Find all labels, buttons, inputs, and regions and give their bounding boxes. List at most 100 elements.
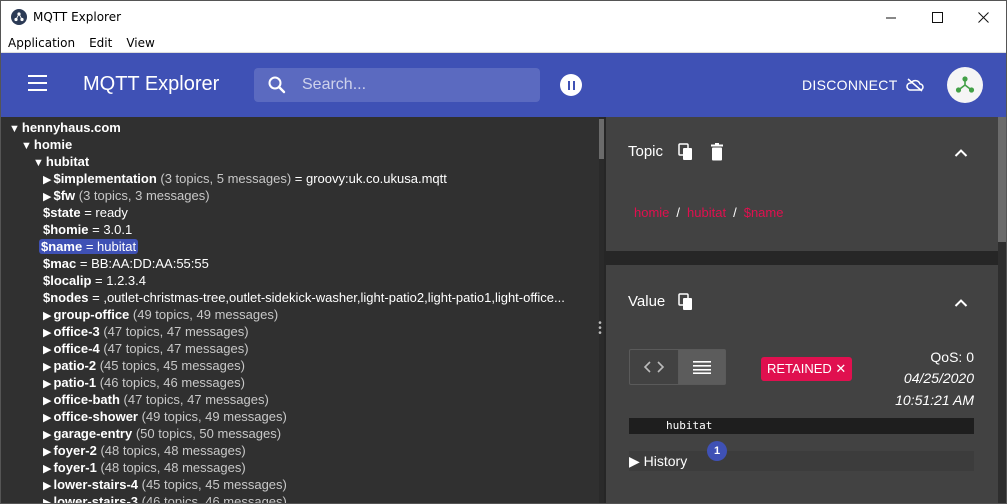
- collapsed-arrow-icon[interactable]: ▶: [43, 174, 51, 186]
- pane-splitter-handle[interactable]: • • •: [597, 319, 603, 339]
- tree-node[interactable]: $nodes = ,outlet-christmas-tree,outlet-s…: [43, 289, 565, 306]
- details-scrollbar[interactable]: [998, 117, 1006, 503]
- minimize-button[interactable]: [868, 1, 914, 33]
- tree-node[interactable]: ▶ $fw (3 topics, 3 messages): [43, 187, 210, 204]
- tree-node-name: homie: [33, 137, 73, 152]
- collapse-topic-chevron-icon[interactable]: [954, 148, 968, 158]
- menu-icon[interactable]: [28, 75, 48, 93]
- topic-tree[interactable]: ▼ hennyhaus.com ▼ homie ▼ hubitat ▶ $implementa…: [1, 117, 599, 503]
- expanded-arrow-icon[interactable]: ▼: [9, 123, 20, 135]
- tree-node[interactable]: ▶ garage-entry (50 topics, 50 messages): [43, 425, 281, 442]
- disconnect-button[interactable]: DISCONNECT: [802, 77, 924, 93]
- cloud-off-icon: [905, 78, 924, 92]
- tree-node[interactable]: $state = ready: [43, 204, 128, 221]
- collapsed-arrow-icon[interactable]: ▶: [43, 327, 51, 339]
- breadcrumb-homie[interactable]: homie: [634, 205, 669, 220]
- tree-node[interactable]: ▶ lower-stairs-3 (46 topics, 46 messages): [43, 493, 287, 503]
- tree-node[interactable]: ▼ hennyhaus.com: [9, 119, 121, 136]
- collapsed-arrow-icon[interactable]: ▶: [43, 361, 51, 373]
- raw-view-button[interactable]: [677, 350, 725, 384]
- expanded-arrow-icon[interactable]: ▼: [21, 140, 32, 152]
- tree-node-name: garage-entry: [53, 426, 133, 441]
- menu-edit[interactable]: Edit: [82, 36, 119, 50]
- tree-node-name: office-bath: [53, 392, 120, 407]
- menu-view[interactable]: View: [119, 36, 161, 50]
- tree-node-stats: (47 topics, 47 messages): [99, 341, 249, 356]
- tree-node-stats: (49 topics, 49 messages): [129, 307, 279, 322]
- qos-label: QoS: 0: [930, 349, 974, 365]
- search-input[interactable]: [302, 76, 532, 94]
- tree-node[interactable]: ▶ patio-2 (45 topics, 45 messages): [43, 357, 245, 374]
- collapse-value-chevron-icon[interactable]: [954, 298, 968, 308]
- code-view-button[interactable]: [630, 350, 678, 384]
- collapsed-arrow-icon[interactable]: ▶: [43, 378, 51, 390]
- tree-node[interactable]: ▶ office-bath (47 topics, 47 messages): [43, 391, 269, 408]
- tree-node[interactable]: $localip = 1.2.3.4: [43, 272, 146, 289]
- tree-node[interactable]: ▶ office-shower (49 topics, 49 messages): [43, 408, 287, 425]
- tree-node-name: hennyhaus.com: [21, 120, 121, 135]
- tree-node[interactable]: ▶ group-office (49 topics, 49 messages): [43, 306, 278, 323]
- maximize-icon: [931, 11, 943, 23]
- collapsed-arrow-icon[interactable]: ▶: [43, 395, 51, 407]
- tree-node[interactable]: ▶ lower-stairs-4 (45 topics, 45 messages): [43, 476, 287, 493]
- disconnect-label: DISCONNECT: [802, 77, 898, 93]
- app-bar: MQTT Explorer DISCONNECT: [1, 53, 1006, 117]
- tree-node-value: = 3.0.1: [88, 222, 133, 237]
- copy-topic-icon[interactable]: [678, 143, 694, 161]
- copy-value-icon[interactable]: [678, 293, 694, 311]
- tree-node[interactable]: ▶ $implementation (3 topics, 5 messages) …: [43, 170, 447, 187]
- collapsed-arrow-icon[interactable]: ▶: [43, 446, 51, 458]
- tree-node[interactable]: ▶ office-3 (47 topics, 47 messages): [43, 323, 249, 340]
- retained-badge[interactable]: RETAINED ✕: [761, 357, 853, 381]
- collapsed-arrow-icon[interactable]: ▶: [43, 344, 51, 356]
- tree-node[interactable]: ▼ homie: [21, 136, 72, 153]
- tree-node-name: $nodes: [43, 290, 89, 305]
- menu-application[interactable]: Application: [1, 36, 82, 50]
- collapsed-arrow-icon[interactable]: ▶: [43, 429, 51, 441]
- tree-node[interactable]: $mac = BB:AA:DD:AA:55:55: [43, 255, 209, 272]
- value-title: Value: [628, 293, 666, 310]
- tree-node-stats: (48 topics, 48 messages): [96, 460, 246, 475]
- tree-node[interactable]: $homie = 3.0.1: [43, 221, 132, 238]
- expanded-arrow-icon[interactable]: ▼: [33, 157, 44, 169]
- delete-topic-icon[interactable]: [709, 143, 725, 161]
- collapsed-arrow-icon[interactable]: ▶: [43, 191, 51, 203]
- tree-node[interactable]: ▶ office-4 (47 topics, 47 messages): [43, 340, 249, 357]
- tree-node-name: patio-1: [53, 375, 97, 390]
- collapsed-arrow-icon[interactable]: ▶: [43, 412, 51, 424]
- tree-node-value: = BB:AA:DD:AA:55:55: [76, 256, 209, 271]
- breadcrumb-hubitat[interactable]: hubitat: [687, 205, 726, 220]
- history-toggle[interactable]: ▶ History 1: [629, 441, 974, 471]
- tree-node-name: office-3: [53, 324, 100, 339]
- topic-card: Topic homie / hubitat / $name: [606, 117, 998, 251]
- breadcrumb-name[interactable]: $name: [744, 205, 784, 220]
- tree-node[interactable]: ▶ foyer-2 (48 topics, 48 messages): [43, 442, 246, 459]
- connection-avatar-icon[interactable]: [947, 67, 983, 103]
- tree-node[interactable]: ▼ hubitat: [33, 153, 89, 170]
- payload-value: hubitat: [629, 418, 974, 434]
- tree-node-stats: (45 topics, 45 messages): [96, 358, 245, 373]
- message-time: 10:51:21 AM: [895, 392, 974, 408]
- tree-node-name: lower-stairs-4: [53, 477, 139, 492]
- tree-node-name: group-office: [53, 307, 130, 322]
- collapsed-arrow-icon[interactable]: ▶: [43, 463, 51, 475]
- collapsed-arrow-icon[interactable]: ▶: [43, 480, 51, 492]
- maximize-button[interactable]: [914, 1, 960, 33]
- value-view-toggle: [629, 349, 726, 385]
- tree-node-stats: (48 topics, 48 messages): [96, 443, 246, 458]
- history-count-badge: 1: [707, 441, 727, 461]
- tree-node-name: foyer-1: [53, 460, 97, 475]
- tree-node[interactable]: ▶ foyer-1 (48 topics, 48 messages): [43, 459, 246, 476]
- tree-node-name: hubitat: [45, 154, 90, 169]
- topic-breadcrumb: homie / hubitat / $name: [634, 205, 784, 220]
- search-box[interactable]: [254, 68, 540, 102]
- pause-button[interactable]: [560, 74, 582, 96]
- tree-node[interactable]: $name = hubitat: [39, 238, 139, 255]
- collapsed-arrow-icon[interactable]: ▶: [43, 497, 51, 503]
- close-icon: [977, 11, 989, 23]
- close-button[interactable]: [960, 1, 1006, 33]
- code-icon: [643, 361, 664, 373]
- collapsed-arrow-icon[interactable]: ▶: [43, 310, 51, 322]
- lines-icon: [692, 361, 711, 374]
- tree-node[interactable]: ▶ patio-1 (46 topics, 46 messages): [43, 374, 245, 391]
